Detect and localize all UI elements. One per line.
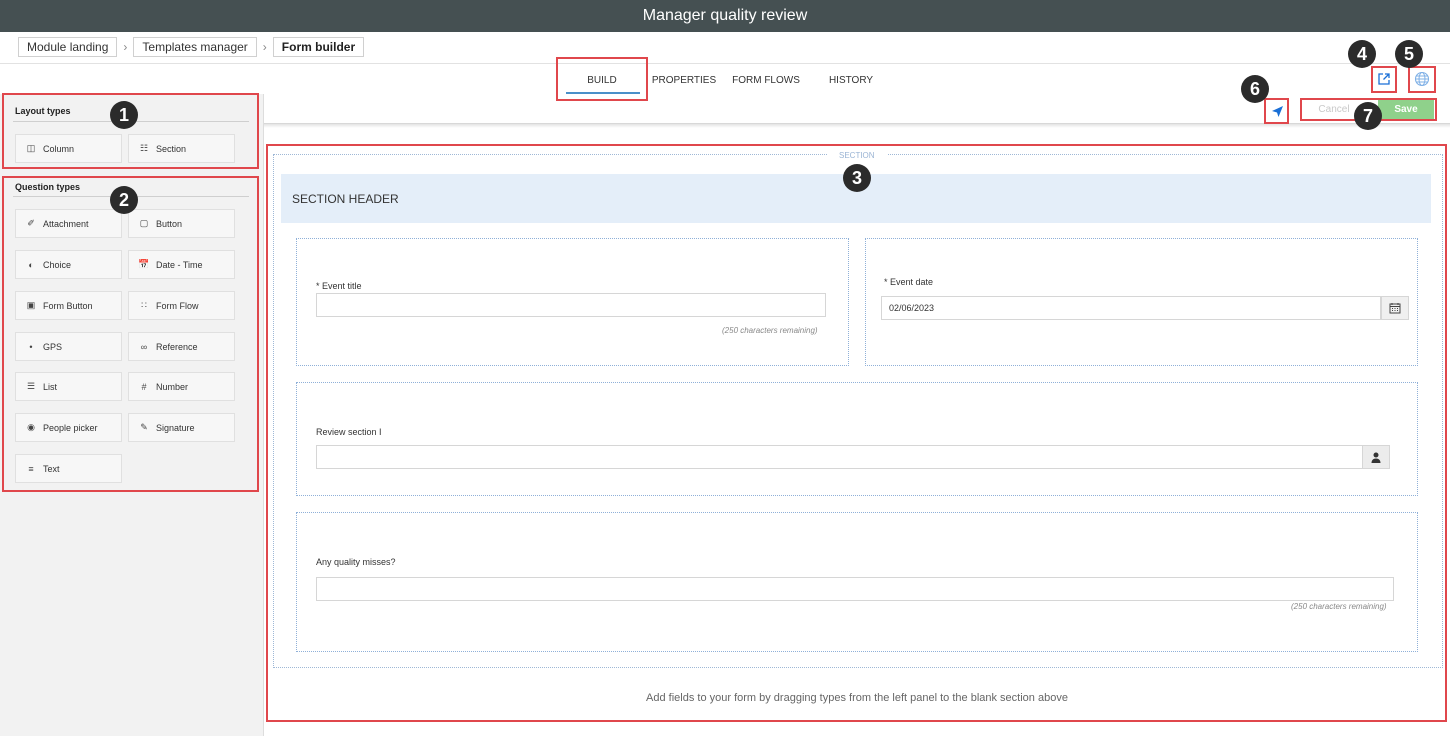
annotation-badge: 1 [110, 101, 138, 129]
open-external-icon [1378, 73, 1390, 85]
calendar-clock-icon: 📅 [138, 259, 150, 269]
layout-item-label: Section [156, 143, 187, 154]
annotation-badge: 5 [1395, 40, 1423, 68]
field-label-text: Event title [322, 281, 362, 291]
layout-item-section[interactable]: ☷ Section [128, 134, 235, 163]
question-item-label: Date - Time [156, 259, 203, 270]
person-icon [1371, 452, 1381, 463]
question-item-attachment[interactable]: ✐ Attachment [15, 209, 122, 238]
toggle-icon: ◐ [28, 259, 34, 270]
drag-instruction: Add fields to your form by dragging type… [646, 692, 1068, 704]
question-item-date-time[interactable]: 📅 Date - Time [128, 250, 235, 279]
review-section-input[interactable] [316, 445, 1363, 469]
question-item-signature[interactable]: ✎ Signature [128, 413, 235, 442]
tab-form-flows[interactable]: FORM FLOWS [720, 65, 812, 95]
section-icon: ☷ [139, 143, 149, 153]
layout-item-column[interactable]: ◫ Column [15, 134, 122, 163]
form-button-icon: ▣ [26, 300, 36, 310]
annotation-badge: 3 [843, 164, 871, 192]
open-external-button[interactable] [1373, 68, 1395, 90]
question-item-form-button[interactable]: ▣ Form Button [15, 291, 122, 320]
layout-types-title: Layout types [15, 106, 71, 116]
quality-misses-input[interactable] [316, 577, 1394, 601]
question-item-label: Attachment [43, 218, 89, 229]
calendar-icon [1389, 303, 1401, 314]
question-item-label: Choice [43, 259, 72, 270]
column-icon: ◫ [26, 143, 36, 153]
tab-properties[interactable]: PROPERTIES [648, 65, 720, 95]
question-item-gps[interactable]: • GPS [15, 332, 122, 361]
event-title-input[interactable] [316, 293, 826, 317]
tab-build[interactable]: BUILD [556, 65, 648, 95]
navigation-arrow-icon [1271, 105, 1283, 117]
tab-bar: BUILD PROPERTIES FORM FLOWS HISTORY [556, 64, 890, 96]
flow-icon: ∷ [141, 300, 147, 310]
paperclip-icon: ✐ [27, 218, 35, 228]
question-item-label: Signature [156, 422, 195, 433]
divider [264, 124, 1450, 128]
navigate-button[interactable] [1266, 100, 1288, 122]
question-item-label: List [43, 381, 58, 392]
breadcrumb-module-landing[interactable]: Module landing [18, 37, 118, 57]
question-item-text[interactable]: ≡ Text [15, 454, 122, 483]
section-label: SECTION [827, 151, 887, 160]
question-item-label: Form Button [43, 300, 93, 311]
question-item-people-picker[interactable]: ◉ People picker [15, 413, 122, 442]
signature-icon: ✎ [140, 422, 148, 432]
save-button[interactable]: Save [1378, 100, 1434, 119]
question-item-list[interactable]: ☰ List [15, 372, 122, 401]
globe-icon [1414, 71, 1430, 87]
question-item-button[interactable]: ▢ Button [128, 209, 235, 238]
characters-remaining: (250 characters remaining) [722, 326, 818, 335]
chevron-right-icon: › [262, 40, 267, 54]
event-title-label: * Event title [316, 281, 362, 291]
question-item-label: Button [156, 218, 183, 229]
question-item-choice[interactable]: ◐ Choice [15, 250, 122, 279]
breadcrumb-form-builder: Form builder [272, 37, 365, 57]
text-icon: ≡ [28, 463, 34, 474]
chevron-right-icon: › [123, 40, 128, 54]
required-marker: * [884, 277, 888, 287]
list-icon: ☰ [26, 381, 36, 391]
event-date-label: * Event date [884, 277, 933, 287]
field-review-section[interactable] [296, 382, 1418, 496]
link-icon: ∞ [140, 341, 148, 352]
hash-icon: # [141, 381, 147, 392]
question-item-reference[interactable]: ∞ Reference [128, 332, 235, 361]
field-label-text: Event date [890, 277, 934, 287]
breadcrumb-templates-manager[interactable]: Templates manager [133, 37, 257, 57]
people-picker-button[interactable] [1362, 445, 1390, 469]
question-item-number[interactable]: # Number [128, 372, 235, 401]
person-icon: ◉ [27, 422, 35, 432]
question-item-label: Form Flow [156, 300, 199, 311]
quality-misses-label: Any quality misses? [316, 557, 396, 567]
question-item-form-flow[interactable]: ∷ Form Flow [128, 291, 235, 320]
annotation-badge: 7 [1354, 102, 1382, 130]
app-title: Manager quality review [0, 0, 1450, 32]
annotation-badge: 6 [1241, 75, 1269, 103]
question-item-label: Reference [156, 341, 198, 352]
breadcrumb: Module landing › Templates manager › For… [18, 37, 365, 57]
event-date-input[interactable]: 02/06/2023 [881, 296, 1381, 320]
annotation-badge: 4 [1348, 40, 1376, 68]
required-marker: * [316, 281, 320, 291]
review-section-label: Review section I [316, 427, 382, 437]
question-item-label: People picker [43, 422, 98, 433]
pin-icon: • [29, 341, 33, 352]
question-item-label: Text [43, 463, 60, 474]
globe-button[interactable] [1411, 68, 1433, 90]
characters-remaining: (250 characters remaining) [1291, 602, 1387, 611]
question-item-label: GPS [43, 341, 63, 352]
calendar-button[interactable] [1381, 296, 1409, 320]
tab-history[interactable]: HISTORY [812, 65, 890, 95]
question-item-label: Number [156, 381, 189, 392]
checkbox-icon: ▢ [139, 218, 149, 228]
question-types-title: Question types [15, 182, 81, 192]
layout-item-label: Column [43, 143, 75, 154]
annotation-badge: 2 [110, 186, 138, 214]
